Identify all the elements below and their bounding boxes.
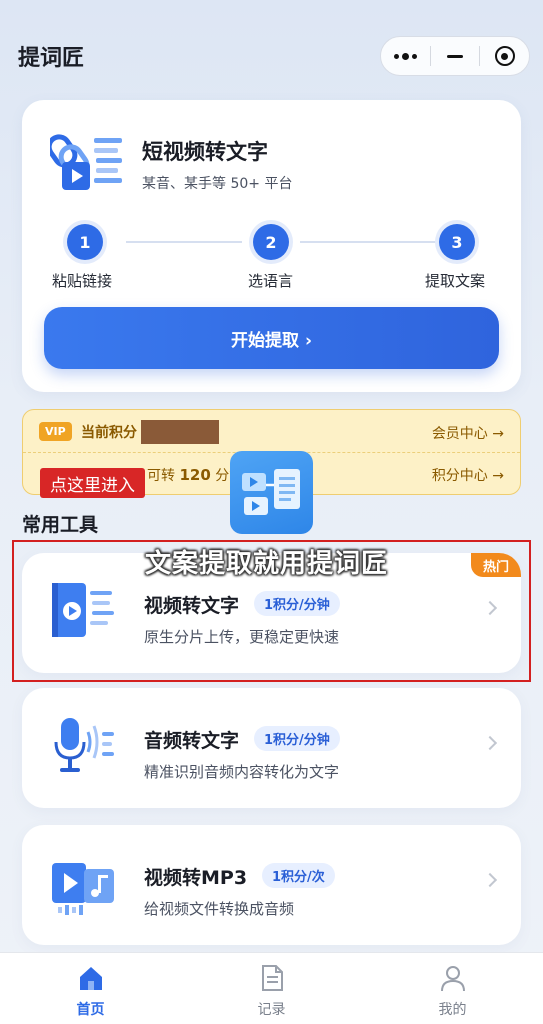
more-button[interactable] — [381, 36, 430, 76]
step-2-label: 选语言 — [248, 272, 294, 290]
redacted-points-value — [141, 420, 219, 444]
convert-value: 120 — [179, 466, 211, 484]
chevron-right-icon — [482, 872, 498, 888]
minimize-button[interactable] — [431, 36, 480, 76]
video-to-text-hero-card: 短视频转文字 某音、某手等 50+ 平台 1 2 3 粘贴链接 选语言 提取文案… — [22, 100, 521, 392]
nav-profile[interactable]: 我的 — [362, 953, 543, 1024]
nav-label: 我的 — [438, 1002, 467, 1018]
bottom-nav: 首页 记录 我的 — [0, 952, 543, 1024]
tool-title: 音频转文字 — [144, 730, 240, 752]
start-extract-button[interactable]: 开始提取 › — [44, 307, 499, 369]
nav-records[interactable]: 记录 — [181, 953, 362, 1024]
step-3-number: 3 — [439, 224, 475, 260]
video-music-icon — [52, 863, 114, 915]
home-icon — [79, 967, 102, 990]
target-circle-icon — [494, 46, 515, 66]
tool-card-audio-to-text[interactable]: 音频转文字 1积分/分钟 精准识别音频内容转化为文字 — [22, 688, 521, 808]
nav-label: 记录 — [257, 1002, 286, 1018]
tool-price-badge: 1积分/次 — [262, 863, 335, 888]
vip-badge: VIP — [39, 422, 72, 441]
nav-home[interactable]: 首页 — [0, 953, 181, 1024]
link-video-text-icon — [50, 134, 122, 190]
tool-description: 精准识别音频内容转化为文字 — [144, 763, 340, 781]
hero-subtitle: 某音、某手等 50+ 平台 — [142, 176, 293, 192]
close-miniapp-button[interactable] — [480, 36, 529, 76]
more-dots-icon — [393, 52, 417, 60]
app-logo-icon — [242, 469, 300, 515]
member-center-link[interactable]: 会员中心 → — [432, 423, 504, 443]
chevron-right-icon — [482, 735, 498, 751]
nav-label: 首页 — [76, 1002, 105, 1018]
minimize-icon — [447, 54, 463, 58]
step-connector — [126, 241, 242, 243]
app-title: 提词匠 — [18, 46, 85, 71]
tool-title: 视频转MP3 — [144, 867, 248, 889]
vip-row-points: VIP 当前积分 会员中心 → — [23, 410, 520, 453]
convert-prefix: 可转 — [147, 468, 175, 484]
step-connector — [300, 241, 438, 243]
miniapp-capsule — [380, 36, 530, 76]
microphone-icon — [54, 718, 114, 772]
app-logo — [230, 451, 313, 534]
document-icon — [261, 965, 283, 991]
tool-price-badge: 1积分/分钟 — [254, 726, 340, 751]
common-tools-heading: 常用工具 — [22, 514, 99, 536]
step-2-number: 2 — [253, 224, 289, 260]
step-1-label: 粘贴链接 — [52, 272, 113, 290]
step-1-number: 1 — [67, 224, 103, 260]
tool-card-video-to-mp3[interactable]: 视频转MP3 1积分/次 给视频文件转换成音频 — [22, 825, 521, 945]
current-points-label: 当前积分 — [81, 425, 137, 441]
tool-description: 给视频文件转换成音频 — [144, 900, 295, 918]
promo-caption: 文案提取就用提词匠 — [145, 549, 389, 579]
step-3-label: 提取文案 — [425, 272, 486, 290]
top-bar: 提词匠 — [0, 0, 543, 100]
enter-here-tag: 点这里进入 — [40, 468, 145, 498]
points-center-link[interactable]: 积分中心 → — [432, 465, 504, 485]
user-icon — [440, 966, 465, 992]
hero-title: 短视频转文字 — [142, 140, 268, 164]
